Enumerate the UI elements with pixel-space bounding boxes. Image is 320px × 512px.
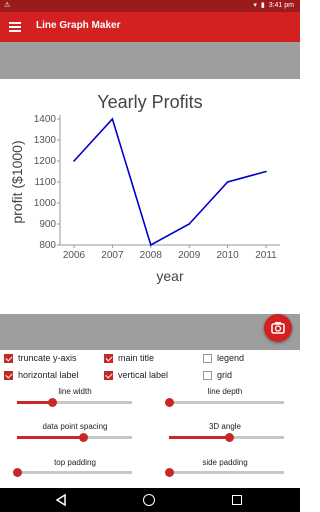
x-tick-label: 2010 xyxy=(216,250,239,261)
y-tick-label: 1000 xyxy=(34,198,57,209)
side-padding-thumb[interactable] xyxy=(165,468,174,477)
main-title-label: main title xyxy=(118,353,155,363)
top-band xyxy=(0,42,300,79)
data-point xyxy=(226,181,229,183)
app-bar: Line Graph Maker xyxy=(0,12,300,42)
data-point xyxy=(111,118,114,120)
main-title-box[interactable] xyxy=(104,353,113,363)
vertical-label-box[interactable] xyxy=(104,370,113,380)
wifi-icon: ▾ xyxy=(253,2,257,9)
legend-checkbox[interactable]: legend xyxy=(203,353,244,363)
truncate-yaxis-label: truncate y-axis xyxy=(18,353,77,363)
chart-title: Yearly Profits xyxy=(97,92,202,112)
vertical-label-checkbox[interactable]: vertical label xyxy=(104,370,168,380)
x-tick-label: 2009 xyxy=(178,250,201,261)
y-tick-label: 1300 xyxy=(34,135,57,146)
data-point-spacing-fill xyxy=(17,436,83,439)
3d-angle-label: 3D angle xyxy=(208,422,242,431)
grid-box[interactable] xyxy=(203,370,212,380)
grid-label: grid xyxy=(217,370,233,380)
notification-icon: ⚠ xyxy=(4,2,11,9)
side-padding-label: side padding xyxy=(202,458,248,467)
home-icon[interactable] xyxy=(143,494,155,506)
top-padding-thumb[interactable] xyxy=(13,468,22,477)
line-width-thumb[interactable] xyxy=(47,398,57,407)
top-padding-label: top padding xyxy=(54,458,96,467)
legend-label: legend xyxy=(217,353,245,363)
x-tick-label: 2007 xyxy=(101,250,124,261)
truncate-yaxis-checkbox[interactable]: truncate y-axis xyxy=(4,353,77,363)
top-padding-slider[interactable] xyxy=(13,468,132,477)
grid-checkbox[interactable]: grid xyxy=(203,370,232,380)
horizontal-label-checkbox[interactable]: horizontal label xyxy=(4,370,79,380)
3d-angle-slider[interactable] xyxy=(169,433,284,442)
data-point xyxy=(73,160,75,162)
data-point-spacing-thumb[interactable] xyxy=(78,433,88,442)
controls-panel: truncate y-axis main title legend horizo… xyxy=(0,350,300,488)
truncate-yaxis-box[interactable] xyxy=(4,353,13,363)
line-width-label: line width xyxy=(58,387,92,396)
data-point xyxy=(265,170,267,173)
recents-icon[interactable] xyxy=(232,495,242,505)
status-time: 3:41 pm xyxy=(268,1,294,9)
line-width-slider[interactable] xyxy=(17,398,132,407)
data-point-spacing-slider[interactable] xyxy=(17,433,132,442)
line-width-fill xyxy=(17,401,52,404)
line-depth-thumb[interactable] xyxy=(165,398,174,407)
back-icon[interactable] xyxy=(55,494,67,506)
data-point-spacing-label: data point spacing xyxy=(42,422,108,431)
horizontal-label-text: horizontal label xyxy=(18,370,79,380)
line-depth-slider[interactable] xyxy=(165,398,284,407)
horizontal-label-box[interactable] xyxy=(4,370,13,380)
app-title: Line Graph Maker xyxy=(36,20,121,31)
data-point xyxy=(188,223,190,225)
camera-icon xyxy=(271,322,285,334)
y-tick-label: 1100 xyxy=(34,177,56,188)
camera-button[interactable] xyxy=(264,314,292,342)
series-line xyxy=(73,117,267,247)
status-indicators: ▾ ▮ 3:41 pm xyxy=(253,1,294,10)
3d-angle-fill xyxy=(169,436,229,439)
data-point xyxy=(150,244,152,246)
vertical-label-text: vertical label xyxy=(118,370,169,380)
y-tick-label: 1200 xyxy=(34,156,57,167)
x-tick-label: 2011 xyxy=(255,250,277,261)
status-bar: ⚠ ▾ ▮ 3:41 pm xyxy=(0,0,300,12)
battery-icon: ▮ xyxy=(260,2,265,9)
chart-area: Yearly Profits 800 900 1000 1100 1200 1300 1400… xyxy=(0,79,300,314)
main-title-checkbox[interactable]: main title xyxy=(104,353,154,363)
y-axis-label: profit ($1000) xyxy=(9,140,25,223)
line-chart: Yearly Profits 800 900 1000 1100 1200 1300 1400… xyxy=(9,92,280,284)
legend-box[interactable] xyxy=(203,353,212,363)
x-tick-label: 2006 xyxy=(63,250,86,261)
y-tick-label: 800 xyxy=(39,240,56,251)
y-tick-label: 1400 xyxy=(34,114,57,125)
line-depth-label: line depth xyxy=(207,387,243,396)
y-tick-label: 900 xyxy=(39,219,56,230)
bottom-band xyxy=(0,314,300,350)
navigation-bar xyxy=(0,488,300,512)
menu-icon[interactable] xyxy=(9,22,21,32)
x-tick-label: 2008 xyxy=(140,250,163,261)
x-axis-label: year xyxy=(156,268,184,284)
side-padding-slider[interactable] xyxy=(165,468,284,477)
3d-angle-thumb[interactable] xyxy=(224,433,234,442)
